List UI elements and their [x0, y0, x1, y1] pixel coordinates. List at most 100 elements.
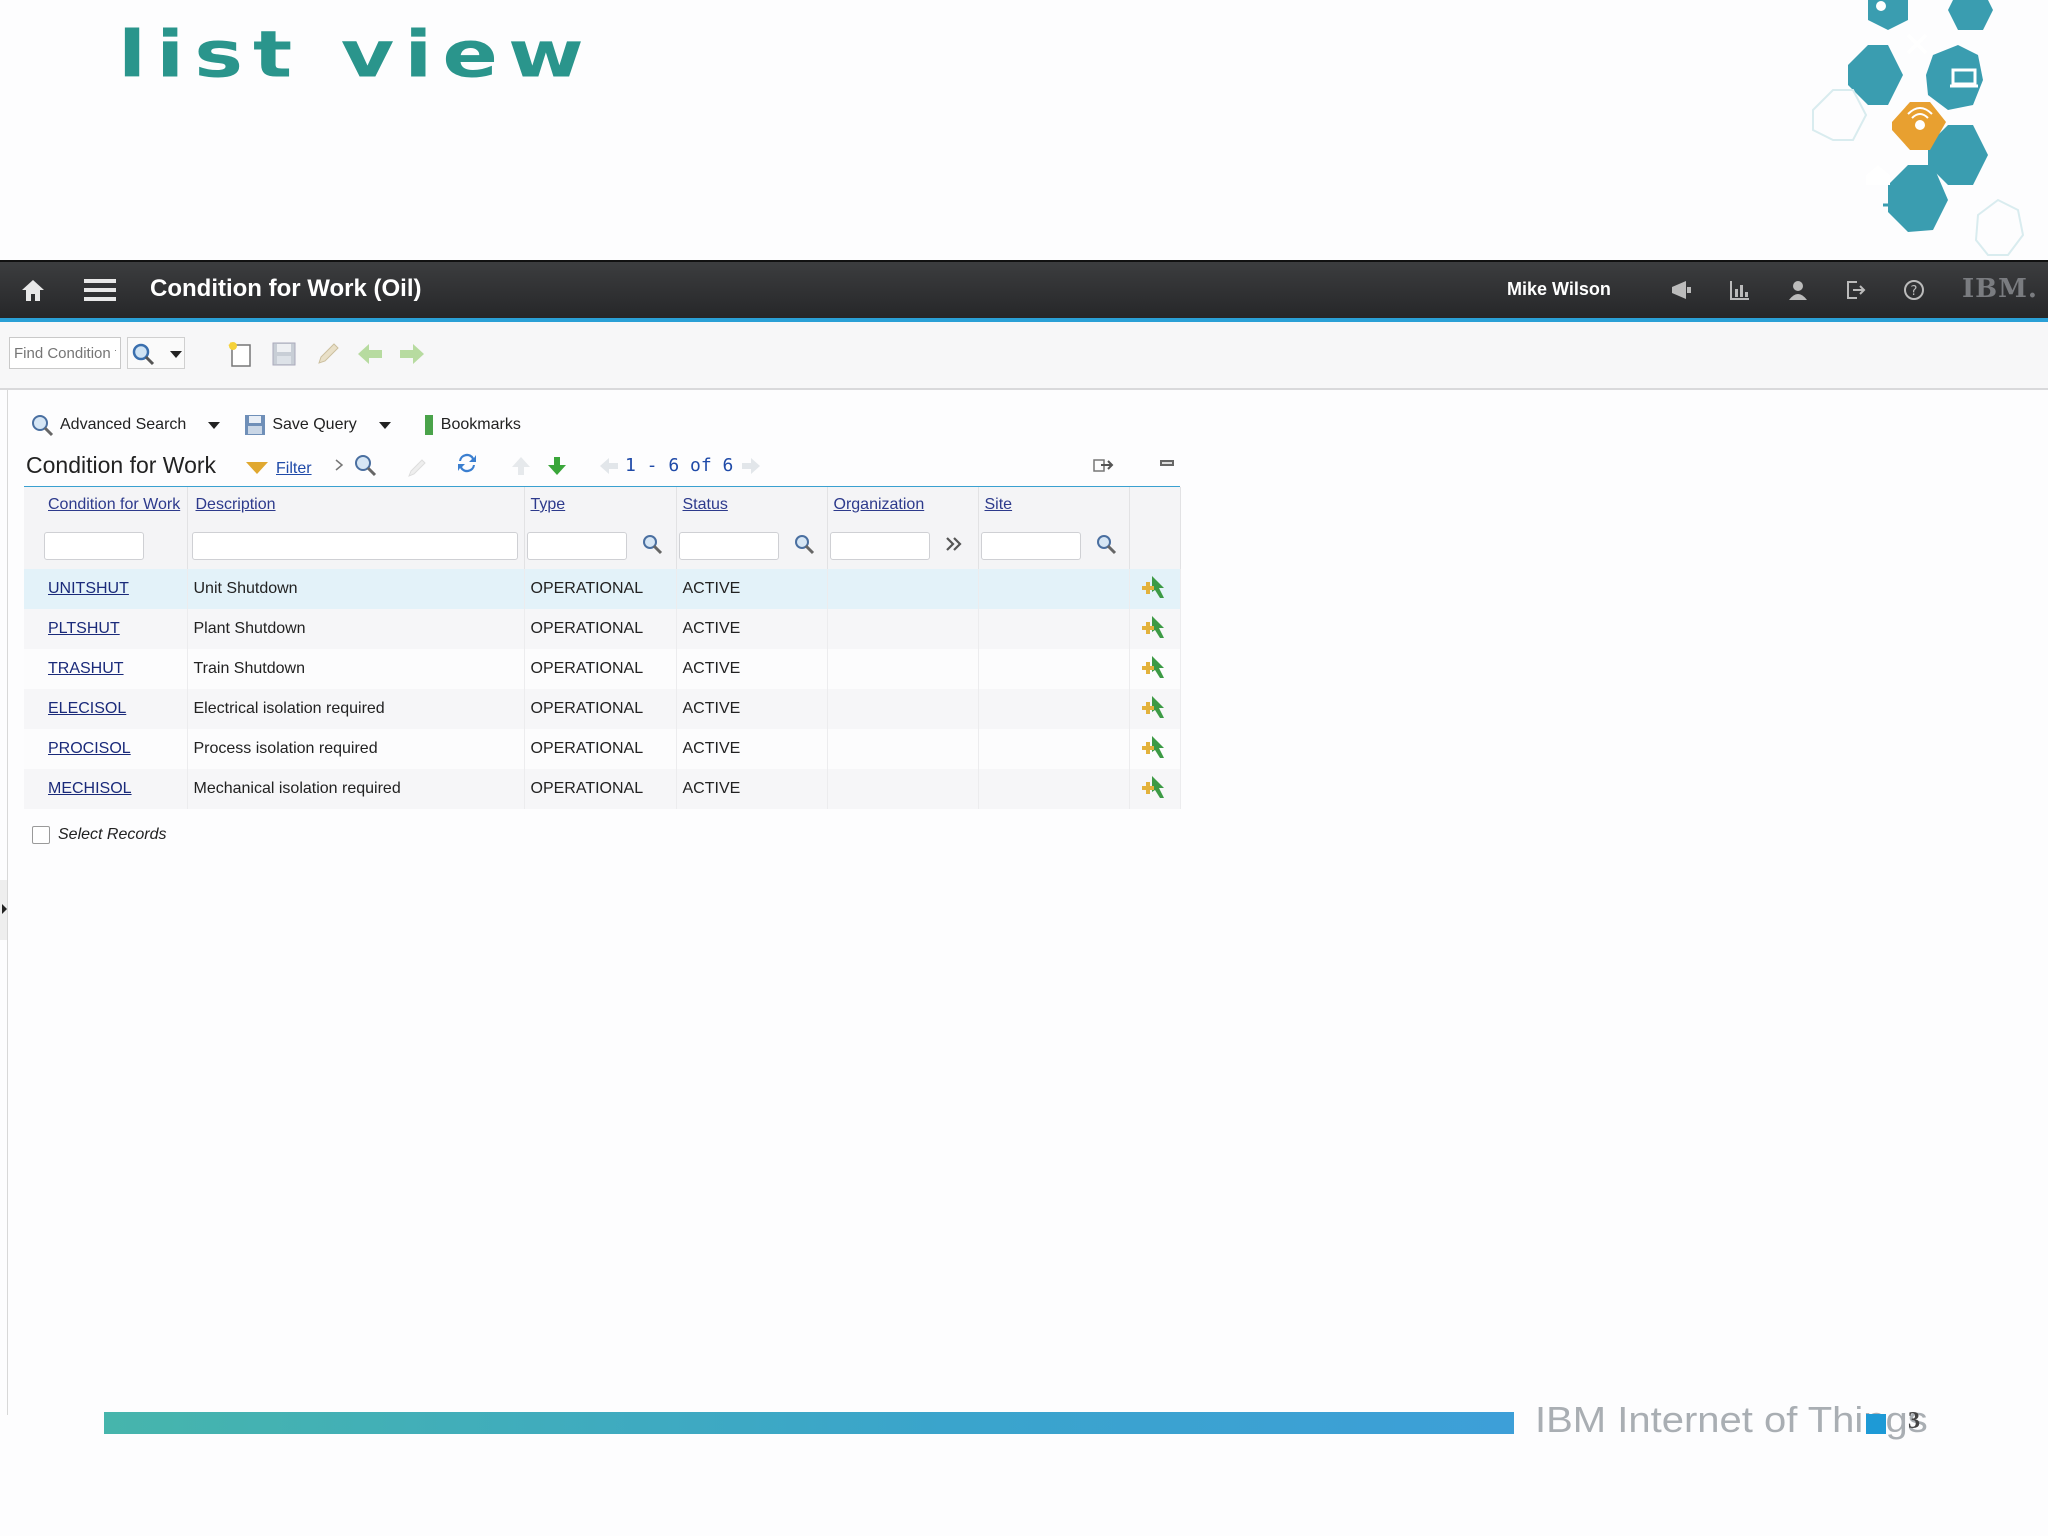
bookmarks-button[interactable]: Bookmarks: [423, 413, 521, 437]
advanced-search-label: Advanced Search: [60, 416, 187, 433]
table-row[interactable]: TRASHUT Train Shutdown OPERATIONAL ACTIV…: [24, 649, 1181, 689]
type-cell: OPERATIONAL: [524, 769, 677, 809]
type-cell: OPERATIONAL: [524, 729, 677, 769]
record-code-link[interactable]: ELECISOL: [48, 700, 126, 717]
edit-icon[interactable]: [312, 338, 344, 370]
add-to-bookmarks-icon[interactable]: [1140, 615, 1170, 644]
chevron-down-icon[interactable]: [160, 338, 192, 370]
new-record-icon[interactable]: [224, 338, 256, 370]
type-cell: OPERATIONAL: [524, 689, 677, 729]
app-title: Condition for Work (Oil): [150, 275, 422, 302]
previous-page-icon[interactable]: [596, 453, 622, 479]
save-query-button[interactable]: Save Query: [244, 414, 391, 436]
filter-condition-input[interactable]: [44, 532, 144, 560]
refresh-icon[interactable]: [454, 450, 480, 476]
status-cell: ACTIVE: [676, 729, 828, 769]
sort-up-icon[interactable]: [508, 453, 534, 479]
description-cell: Electrical isolation required: [187, 689, 525, 729]
table-row[interactable]: MECHISOL Mechanical isolation required O…: [24, 769, 1181, 809]
advanced-search-menu-icon[interactable]: [208, 421, 221, 429]
save-query-menu-icon[interactable]: [378, 421, 391, 429]
forward-icon[interactable]: [396, 338, 428, 370]
help-icon[interactable]: ?: [1898, 274, 1930, 306]
description-cell: Process isolation required: [187, 729, 525, 769]
advanced-search-button[interactable]: Advanced Search: [30, 413, 221, 437]
signout-icon[interactable]: [1840, 274, 1872, 306]
save-query-label: Save Query: [272, 416, 357, 433]
record-code-link[interactable]: TRASHUT: [48, 660, 124, 677]
add-to-bookmarks-icon[interactable]: [1140, 575, 1170, 604]
select-records-checkbox[interactable]: [32, 826, 50, 844]
type-cell: OPERATIONAL: [524, 649, 677, 689]
table-search-icon[interactable]: [352, 452, 378, 478]
column-header-site[interactable]: Site: [978, 487, 1130, 523]
site-lookup-icon[interactable]: [1095, 533, 1117, 560]
organization-cell: [827, 729, 979, 769]
filter-type-input[interactable]: [526, 532, 627, 560]
status-cell: ACTIVE: [676, 569, 828, 609]
home-icon[interactable]: [17, 274, 49, 306]
organization-cell: [827, 609, 979, 649]
add-to-bookmarks-icon[interactable]: [1140, 775, 1170, 804]
table-row[interactable]: ELECISOL Electrical isolation required O…: [24, 689, 1181, 729]
footer-square: [1866, 1414, 1886, 1434]
minimize-icon[interactable]: [1154, 450, 1180, 476]
find-condition-input[interactable]: [9, 337, 121, 369]
next-page-icon[interactable]: [738, 453, 764, 479]
record-code-link[interactable]: PROCISOL: [48, 740, 131, 757]
add-to-bookmarks-icon[interactable]: [1140, 695, 1170, 724]
footer-bar: [104, 1412, 1514, 1434]
status-lookup-icon[interactable]: [793, 533, 815, 560]
status-cell: ACTIVE: [676, 649, 828, 689]
double-chevron-right-icon[interactable]: [944, 535, 964, 558]
search-icon[interactable]: [127, 338, 159, 370]
description-cell: Unit Shutdown: [187, 569, 525, 609]
back-icon[interactable]: [354, 338, 386, 370]
record-code-link[interactable]: UNITSHUT: [48, 580, 129, 597]
page-number: 3: [1908, 1408, 1920, 1434]
site-cell: [978, 609, 1130, 649]
magnifier-icon: [32, 415, 54, 437]
column-header-status[interactable]: Status: [676, 487, 828, 523]
hexagon-decoration: [1812, 0, 2025, 256]
slide-title: LIST VIEW: [118, 18, 594, 93]
select-records-toggle[interactable]: Select Records: [32, 826, 167, 844]
site-cell: [978, 769, 1130, 809]
status-cell: ACTIVE: [676, 769, 828, 809]
left-panel-toggle[interactable]: [0, 880, 7, 940]
filter-row: [24, 523, 1181, 569]
filter-icon[interactable]: [244, 455, 270, 481]
table-row[interactable]: PROCISOL Process isolation required OPER…: [24, 729, 1181, 769]
menu-icon[interactable]: [84, 274, 116, 306]
user-name[interactable]: Mike Wilson: [1507, 279, 1611, 300]
record-code-link[interactable]: PLTSHUT: [48, 620, 120, 637]
site-cell: [978, 569, 1130, 609]
app-header: Condition for Work (Oil) Mike Wilson ? I…: [0, 260, 2048, 324]
add-to-bookmarks-icon[interactable]: [1140, 735, 1170, 764]
filter-link[interactable]: Filter: [276, 460, 312, 478]
filter-organization-input[interactable]: [829, 532, 930, 560]
download-icon[interactable]: [544, 453, 570, 479]
announce-icon[interactable]: [1666, 274, 1698, 306]
filter-status-input[interactable]: [678, 532, 779, 560]
table-row[interactable]: PLTSHUT Plant Shutdown OPERATIONAL ACTIV…: [24, 609, 1181, 649]
clear-filter-icon[interactable]: [404, 454, 430, 480]
table-row[interactable]: UNITSHUT Unit Shutdown OPERATIONAL ACTIV…: [24, 569, 1181, 609]
description-cell: Plant Shutdown: [187, 609, 525, 649]
organization-cell: [827, 769, 979, 809]
organization-cell: [827, 569, 979, 609]
filter-description-input[interactable]: [191, 532, 518, 560]
type-lookup-icon[interactable]: [641, 533, 663, 560]
column-header-condition[interactable]: Condition for Work: [24, 487, 188, 523]
save-icon[interactable]: [268, 338, 300, 370]
profile-icon[interactable]: [1782, 274, 1814, 306]
column-header-organization[interactable]: Organization: [827, 487, 979, 523]
add-to-bookmarks-icon[interactable]: [1140, 655, 1170, 684]
record-code-link[interactable]: MECHISOL: [48, 780, 132, 797]
filter-site-input[interactable]: [980, 532, 1081, 560]
chevron-right-icon[interactable]: [326, 452, 352, 478]
report-icon[interactable]: [1724, 274, 1756, 306]
column-header-description[interactable]: Description: [187, 487, 525, 523]
export-icon[interactable]: [1090, 452, 1116, 478]
column-header-type[interactable]: Type: [524, 487, 677, 523]
